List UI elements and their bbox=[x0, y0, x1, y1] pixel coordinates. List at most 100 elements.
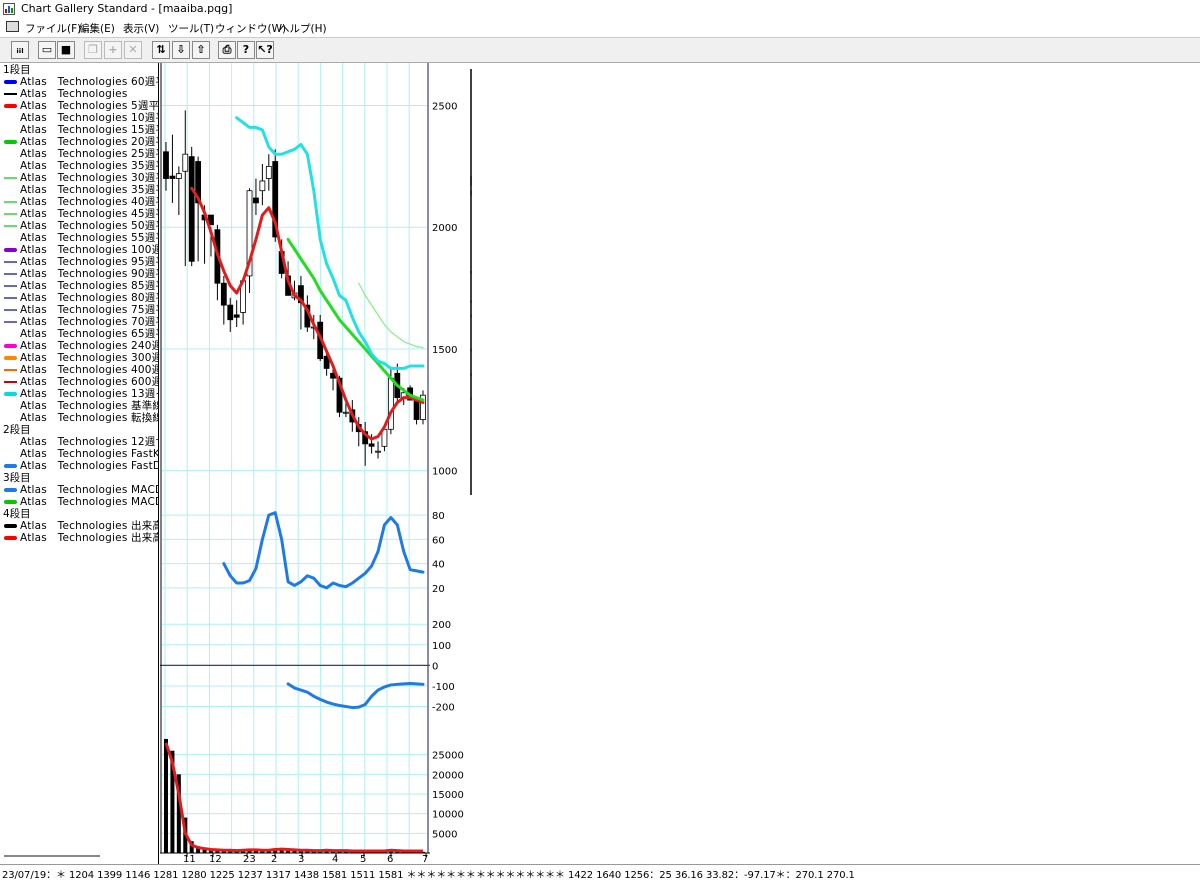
legend-item[interactable]: Atlas Technologies 80週平均 bbox=[0, 292, 158, 304]
y-tick-label: 60 bbox=[432, 535, 445, 546]
copy-button[interactable]: ❐ bbox=[84, 41, 102, 59]
legend-label: Atlas Technologies FastK%(20, bbox=[20, 448, 159, 460]
legend-label: Atlas Technologies 転換線 bbox=[20, 412, 159, 424]
plus-icon: + bbox=[108, 43, 118, 56]
legend-item[interactable]: Atlas Technologies 90週平均 bbox=[0, 268, 158, 280]
legend-item[interactable]: Atlas Technologies 75週平均 bbox=[0, 304, 158, 316]
series-line bbox=[358, 282, 424, 349]
legend-item[interactable]: Atlas Technologies 5週平均 bbox=[0, 100, 158, 112]
legend-item[interactable]: Atlas Technologies 600週平均 bbox=[0, 376, 158, 388]
legend-item[interactable]: Atlas Technologies 45週平均 bbox=[0, 208, 158, 220]
delete-button[interactable]: ✕ bbox=[124, 41, 142, 59]
y-tick-label: 2000 bbox=[432, 223, 457, 234]
legend-label: Atlas Technologies 45週平均 bbox=[20, 208, 158, 220]
legend-item[interactable]: Atlas Technologies 基準線 bbox=[0, 400, 158, 412]
legend-item[interactable]: Atlas Technologies MACDシグ bbox=[0, 496, 158, 508]
menu-bar: ファイル(F) 編集(E) 表示(V) ツール(T) ウィンドウ(W) ヘルプ(… bbox=[0, 18, 1200, 37]
legend-item[interactable]: Atlas Technologies 70週平均 bbox=[0, 316, 158, 328]
legend-item[interactable]: Atlas Technologies 転換線 bbox=[0, 412, 159, 424]
y-tick-label: 10000 bbox=[432, 810, 464, 821]
legend-item[interactable]: Atlas Technologies 95週平均 bbox=[0, 256, 158, 268]
legend-label: Atlas Technologies FastD%(5,3 bbox=[20, 460, 159, 472]
candle-body bbox=[387, 377, 394, 430]
menu-view[interactable]: 表示(V) bbox=[123, 21, 159, 36]
legend-item[interactable]: Atlas Technologies 40週平均 bbox=[0, 196, 158, 208]
legend-swatch bbox=[4, 104, 17, 108]
legend-swatch bbox=[4, 309, 17, 311]
legend-label: Atlas Technologies 65週平均 bbox=[20, 328, 158, 340]
sort-button[interactable]: ⇅ bbox=[152, 41, 170, 59]
sort-icon: ⇅ bbox=[156, 43, 166, 56]
legend-item[interactable]: Atlas Technologies 15週平均 bbox=[0, 124, 158, 136]
context-help-button[interactable]: ↖? bbox=[256, 41, 274, 59]
legend-item[interactable]: Atlas Technologies 55週平均 bbox=[0, 232, 158, 244]
move-up-button[interactable]: ⇧ bbox=[192, 41, 210, 59]
printer-icon: ⎙ bbox=[222, 43, 232, 56]
candle-body bbox=[368, 443, 375, 447]
print-button[interactable]: ⎙ bbox=[218, 41, 236, 59]
candle-body bbox=[233, 314, 240, 318]
legend-label: Atlas Technologies 85週平均 bbox=[20, 280, 158, 292]
legend-item[interactable]: Atlas Technologies 100週平均 bbox=[0, 244, 158, 256]
chart-tool-button[interactable]: ᵢᵢₗ bbox=[11, 41, 29, 59]
legend-item[interactable]: Atlas Technologies 12週サイコ bbox=[0, 436, 158, 448]
legend-item[interactable]: Atlas Technologies 65週平均 bbox=[0, 328, 158, 340]
legend-item[interactable]: Atlas Technologies 85週平均 bbox=[0, 280, 158, 292]
legend-item[interactable]: Atlas Technologies 35週平均 bbox=[0, 184, 158, 196]
legend-swatch bbox=[4, 536, 17, 540]
legend-item[interactable]: Atlas Technologies bbox=[0, 88, 158, 100]
legend-item[interactable]: Atlas Technologies 10週平均 bbox=[0, 112, 158, 124]
legend-item[interactable]: Atlas Technologies 35週平均 bbox=[0, 160, 158, 172]
y-tick-label: -200 bbox=[432, 703, 455, 714]
question-icon: ? bbox=[242, 43, 250, 56]
title-bar[interactable]: Chart Gallery Standard - [maaiba.pqg] bbox=[0, 0, 1200, 18]
status-bar: 23/07/19：＊ 1204 1399 1146 1281 1280 1225… bbox=[0, 864, 1200, 881]
legend-item[interactable]: Atlas Technologies 30週平均 bbox=[0, 172, 158, 184]
x-tick-label: 11 bbox=[183, 854, 196, 864]
legend-label: Atlas Technologies 35週平均 bbox=[20, 160, 158, 172]
legend-item[interactable]: Atlas Technologies 13週+2σ bbox=[0, 388, 158, 400]
legend-item[interactable]: Atlas Technologies 50週平均 bbox=[0, 220, 158, 232]
legend-swatch bbox=[4, 500, 17, 504]
legend-swatch bbox=[4, 297, 17, 299]
menu-tools[interactable]: ツール(T) bbox=[168, 21, 214, 36]
save-button[interactable]: ■ bbox=[57, 41, 75, 59]
system-menu-icon[interactable] bbox=[6, 21, 19, 32]
legend-label: Atlas Technologies 12週サイコ bbox=[20, 436, 158, 448]
menu-window[interactable]: ウィンドウ(W) bbox=[215, 21, 286, 36]
legend-item[interactable]: Atlas Technologies 60週平均 bbox=[0, 76, 158, 88]
toolbar: ᵢᵢₗ ▭ ■ ❐ + ✕ ⇅ ⇩ ⇧ ⎙? ↖? bbox=[0, 37, 1200, 63]
copy-icon: ❐ bbox=[88, 43, 98, 56]
legend-item[interactable]: Atlas Technologies 240週平均 bbox=[0, 340, 158, 352]
help-button[interactable]: ? bbox=[237, 41, 255, 59]
floppy-disk-icon: ■ bbox=[60, 43, 72, 56]
legend-label: Atlas Technologies 40週平均 bbox=[20, 196, 158, 208]
legend-item[interactable]: Atlas Technologies 300週平均 bbox=[0, 352, 158, 364]
legend-item[interactable]: Atlas Technologies 出来高 bbox=[0, 520, 158, 532]
open-button[interactable]: ▭ bbox=[38, 41, 56, 59]
legend-item[interactable]: Atlas Technologies 20週平均 bbox=[0, 136, 158, 148]
legend-item[interactable]: Atlas Technologies 出来高 bbox=[0, 532, 158, 544]
pointer-question-icon: ↖? bbox=[257, 43, 273, 56]
legend-swatch bbox=[4, 273, 17, 275]
legend-scrollbar[interactable] bbox=[4, 855, 100, 857]
candle-body bbox=[227, 304, 234, 321]
legend-item[interactable]: Atlas Technologies 400週平均 bbox=[0, 364, 158, 376]
legend-item[interactable]: Atlas Technologies 25週平均 bbox=[0, 148, 158, 160]
x-tick-label: 2 bbox=[271, 854, 277, 864]
legend-swatch bbox=[4, 392, 17, 396]
legend-swatch bbox=[4, 524, 17, 528]
chart-add-icon: ᵢᵢₗ bbox=[16, 43, 24, 56]
arrow-down-icon: ⇩ bbox=[176, 43, 186, 56]
add-button[interactable]: + bbox=[104, 41, 122, 59]
legend-item[interactable]: Atlas Technologies MACD(10,2 bbox=[0, 484, 158, 496]
y-tick-label: 20 bbox=[432, 584, 445, 595]
menu-file[interactable]: ファイル(F) bbox=[25, 21, 81, 36]
legend-item[interactable]: Atlas Technologies FastK%(20, bbox=[0, 448, 159, 460]
menu-help[interactable]: ヘルプ(H) bbox=[279, 21, 327, 36]
move-down-button[interactable]: ⇩ bbox=[172, 41, 190, 59]
y-tick-label: 25000 bbox=[432, 751, 464, 762]
menu-edit[interactable]: 編集(E) bbox=[79, 21, 115, 36]
volume-bar bbox=[164, 738, 168, 853]
legend-item[interactable]: Atlas Technologies FastD%(5,3 bbox=[0, 460, 159, 472]
